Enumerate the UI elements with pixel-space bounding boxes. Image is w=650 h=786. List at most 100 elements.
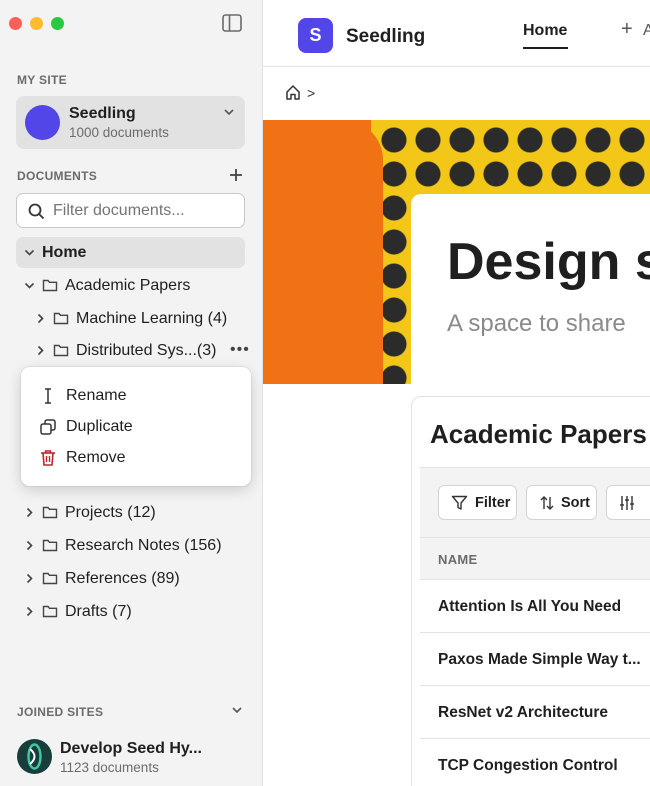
minimize-window-button[interactable] (30, 17, 43, 30)
table-row[interactable]: Attention Is All You Need (420, 580, 650, 633)
brand-logo[interactable]: S (298, 18, 333, 53)
adjust-button[interactable] (606, 485, 650, 520)
hero-card: Design s A space to share (411, 194, 650, 384)
filter-documents-field[interactable] (16, 193, 245, 228)
folder-icon (42, 279, 58, 292)
filter-icon (451, 495, 468, 510)
joined-site-avatar[interactable] (17, 739, 52, 774)
hero-orange-shape (263, 120, 383, 384)
chevron-down-icon[interactable] (24, 247, 35, 258)
document-title: TCP Congestion Control (438, 757, 618, 774)
tree-item-references[interactable]: References (89) (16, 563, 245, 594)
window-controls (9, 17, 64, 30)
tree-item-label: Home (42, 244, 87, 261)
breadcrumb-separator: > (307, 85, 316, 101)
duplicate-label: Duplicate (66, 418, 133, 435)
joined-site-name[interactable]: Develop Seed Hy... (60, 740, 202, 758)
brand-name[interactable]: Seedling (346, 26, 425, 48)
tree-item-label: Distributed Sys...(3) (76, 342, 217, 359)
sort-icon (540, 496, 554, 510)
hero-banner: Design s A space to share (263, 120, 650, 384)
active-tab-indicator (523, 47, 568, 49)
sidebar-toggle-icon[interactable] (222, 14, 242, 32)
documents-panel: Academic Papers Filter Sort NAME Attenti… (411, 396, 650, 786)
folder-icon (42, 506, 58, 519)
chevron-right-icon[interactable] (24, 507, 35, 518)
sort-button-label: Sort (561, 495, 590, 511)
home-icon[interactable] (285, 84, 301, 101)
tree-item-machine-learning[interactable]: Machine Learning (4) (16, 303, 245, 334)
sidebar: MY SITE Seedling 1000 documents DOCUMENT… (0, 0, 263, 786)
tab-home[interactable]: Home (523, 22, 567, 40)
remove-menu-item[interactable]: Remove (37, 446, 237, 470)
trash-icon (41, 450, 55, 466)
top-navigation: S Seedling Home + A (263, 0, 650, 67)
chevron-right-icon[interactable] (24, 606, 35, 617)
tree-item-drafts[interactable]: Drafts (7) (16, 596, 245, 627)
folder-icon (53, 312, 69, 325)
folder-icon (42, 539, 58, 552)
chevron-right-icon[interactable] (35, 313, 46, 324)
tab-add-label[interactable]: A (643, 22, 650, 40)
panel-title: Academic Papers (430, 419, 647, 449)
filter-button-label: Filter (475, 495, 511, 511)
maximize-window-button[interactable] (51, 17, 64, 30)
tree-item-label: Drafts (7) (65, 603, 132, 620)
hero-title: Design s (447, 233, 650, 291)
tree-item-label: Academic Papers (65, 277, 191, 294)
more-options-icon[interactable]: ••• (230, 341, 250, 359)
site-name: Seedling (69, 105, 136, 122)
seed-logo-icon (27, 743, 42, 770)
main-content: S Seedling Home + A > Design s A space t… (263, 0, 650, 786)
tree-item-label: References (89) (65, 570, 180, 587)
add-document-icon[interactable] (228, 167, 244, 183)
plus-icon[interactable]: + (621, 18, 633, 41)
chevron-down-icon (224, 109, 234, 116)
document-title: Paxos Made Simple Way t... (438, 651, 641, 668)
document-title: ResNet v2 Architecture (438, 704, 608, 721)
site-switcher[interactable]: Seedling 1000 documents (16, 96, 245, 149)
tree-item-label: Machine Learning (4) (76, 310, 228, 327)
folder-icon (42, 605, 58, 618)
column-header-name[interactable]: NAME (420, 537, 650, 580)
filter-button[interactable]: Filter (438, 485, 517, 520)
sort-button[interactable]: Sort (526, 485, 597, 520)
tree-item-distributed-systems[interactable]: Distributed Sys...(3) ••• (16, 335, 249, 366)
duplicate-icon (40, 419, 56, 435)
context-menu: Rename Duplicate Remove (21, 367, 251, 486)
remove-label: Remove (66, 449, 126, 466)
document-title: Attention Is All You Need (438, 598, 622, 615)
chevron-right-icon[interactable] (35, 345, 46, 356)
rename-menu-item[interactable]: Rename (37, 384, 237, 408)
table-row[interactable]: TCP Congestion Control (420, 739, 650, 786)
text-cursor-icon (45, 388, 51, 404)
site-document-count: 1000 documents (69, 125, 169, 140)
folder-icon (42, 572, 58, 585)
search-icon (28, 203, 45, 220)
rename-label: Rename (66, 387, 127, 404)
joined-site-document-count: 1123 documents (60, 760, 159, 775)
panel-toolbar: Filter Sort (420, 467, 650, 537)
tree-item-label: Research Notes (156) (65, 537, 222, 554)
table-row[interactable]: Paxos Made Simple Way t... (420, 633, 650, 686)
my-site-label: MY SITE (17, 73, 67, 87)
site-avatar (25, 105, 60, 140)
hero-subtitle: A space to share (447, 310, 626, 337)
sliders-icon (620, 496, 634, 510)
tree-item-home[interactable]: Home (16, 237, 245, 268)
tree-item-projects[interactable]: Projects (12) (16, 497, 245, 528)
table-row[interactable]: ResNet v2 Architecture (420, 686, 650, 739)
column-header-label: NAME (438, 552, 478, 567)
close-window-button[interactable] (9, 17, 22, 30)
chevron-down-icon[interactable] (24, 280, 35, 291)
documents-label: DOCUMENTS (17, 169, 98, 183)
folder-icon (53, 344, 69, 357)
chevron-right-icon[interactable] (24, 573, 35, 584)
chevron-right-icon[interactable] (24, 540, 35, 551)
tree-item-academic-papers[interactable]: Academic Papers (16, 270, 245, 301)
filter-documents-input[interactable] (53, 200, 238, 222)
duplicate-menu-item[interactable]: Duplicate (37, 415, 237, 439)
tree-item-label: Projects (12) (65, 504, 156, 521)
chevron-down-icon[interactable] (231, 704, 243, 716)
tree-item-research-notes[interactable]: Research Notes (156) (16, 530, 245, 561)
